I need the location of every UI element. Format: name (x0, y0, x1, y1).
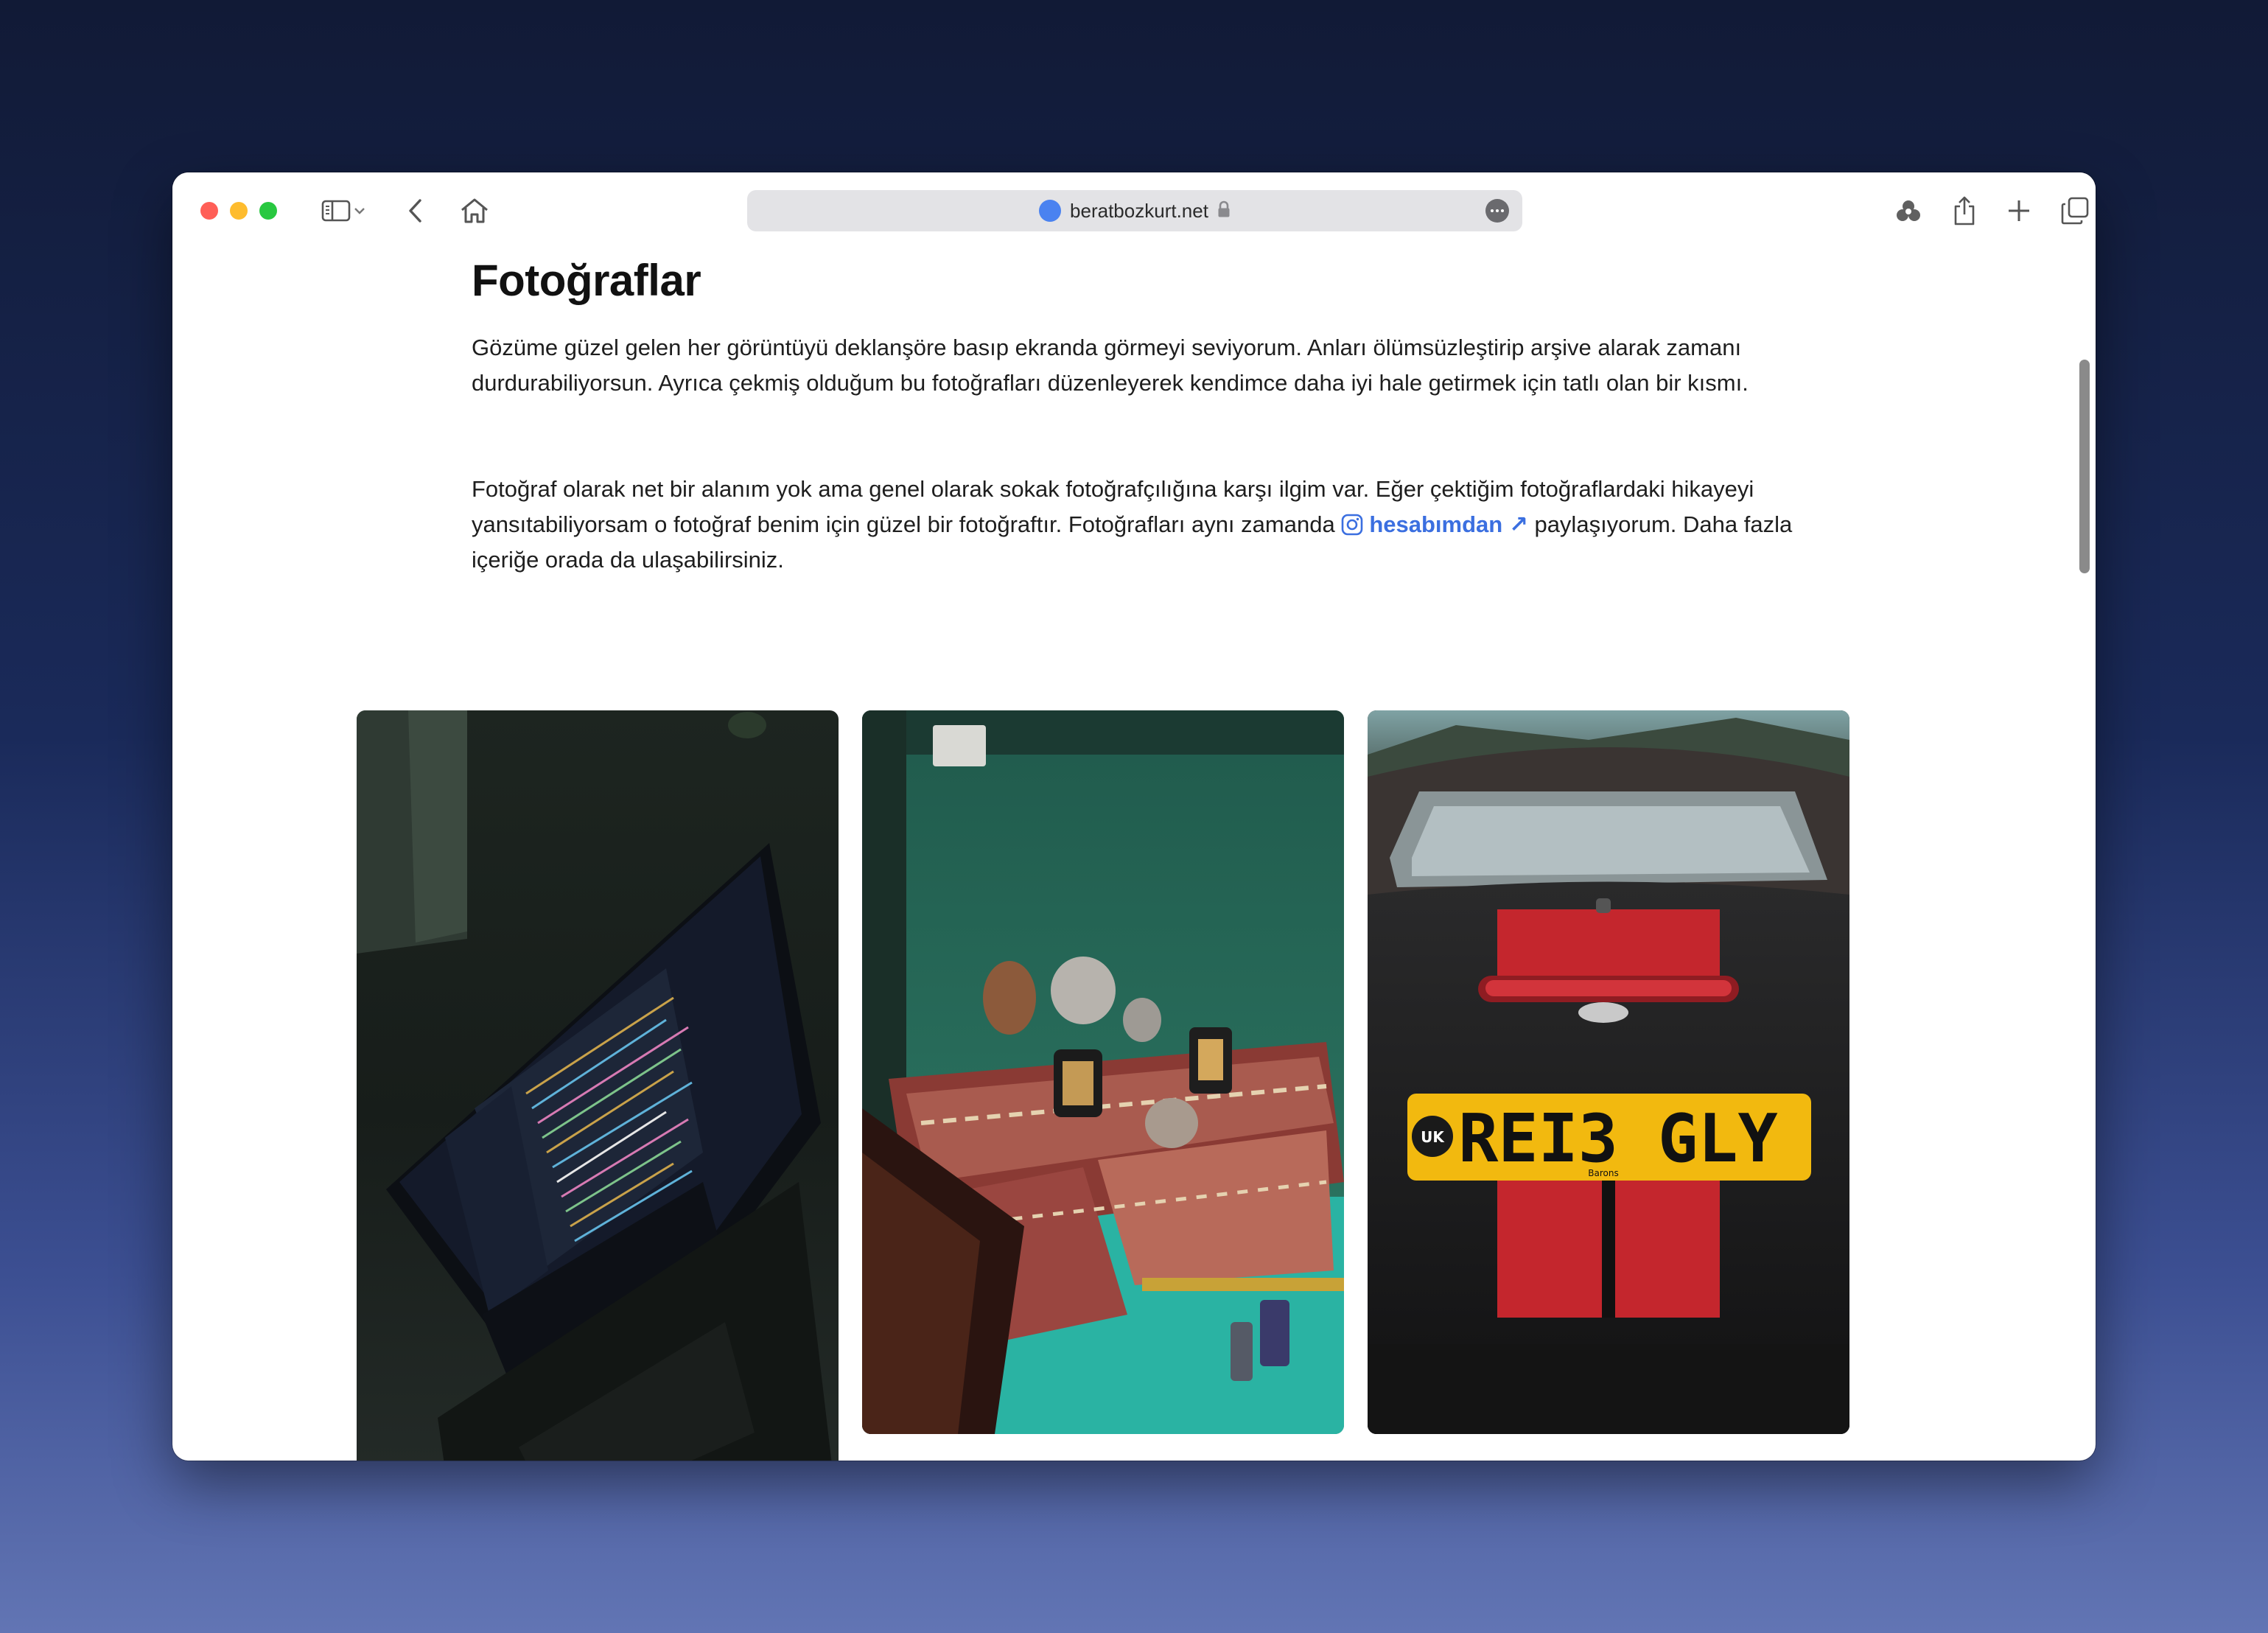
shield-icon[interactable] (1889, 192, 1928, 230)
external-link-icon: ↗ (1508, 511, 1528, 537)
photo-coffee-table[interactable] (862, 710, 1344, 1434)
share-icon[interactable] (1945, 192, 1984, 230)
address-bar[interactable]: beratbozkurt.net (747, 190, 1522, 231)
license-plate-text: REI3 GLY (1458, 1100, 1777, 1178)
instagram-link[interactable]: hesabımdan ↗ (1341, 511, 1528, 537)
photo-car-plate[interactable]: UK REI3 GLY Barons (1368, 710, 1849, 1434)
photo-laptop[interactable] (357, 710, 839, 1461)
plate-dealer: Barons (1588, 1168, 1618, 1178)
scrollbar[interactable] (2079, 360, 2090, 573)
browser-window: beratbozkurt.net Fotoğraflar Gözüme güze… (172, 172, 2096, 1461)
close-window-button[interactable] (200, 202, 218, 220)
plate-country: UK (1421, 1128, 1445, 1146)
page-title: Fotoğraflar (472, 256, 701, 305)
minimize-window-button[interactable] (230, 202, 248, 220)
url-text: beratbozkurt.net (1070, 199, 1208, 222)
more-icon[interactable] (1485, 199, 1509, 223)
back-icon[interactable] (396, 192, 435, 230)
lock-icon (1217, 200, 1231, 222)
instagram-link-label: hesabımdan (1369, 511, 1503, 537)
interest-paragraph: Fotoğraf olarak net bir alanım yok ama g… (472, 472, 1813, 578)
tabs-icon[interactable] (2056, 192, 2094, 230)
browser-toolbar: beratbozkurt.net (172, 172, 2096, 249)
intro-paragraph: Gözüme güzel gelen her görüntüyü deklanş… (472, 335, 1749, 396)
instagram-icon (1342, 514, 1363, 536)
maximize-window-button[interactable] (259, 202, 277, 220)
sidebar-icon[interactable] (317, 192, 355, 230)
chevron-down-icon[interactable] (351, 192, 368, 230)
site-favicon (1039, 200, 1062, 222)
plus-icon[interactable] (2000, 192, 2038, 230)
page-content: Fotoğraflar Gözüme güzel gelen her görün… (172, 249, 2096, 1461)
home-icon[interactable] (455, 192, 494, 230)
